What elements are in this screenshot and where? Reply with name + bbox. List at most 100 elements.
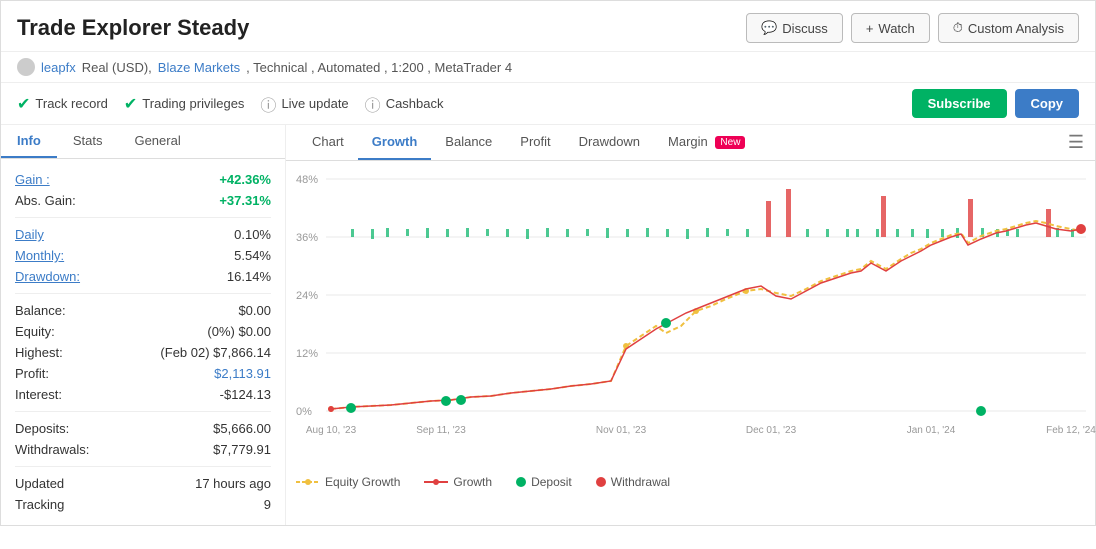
chart-area: 48% 36% 24% 12% 0% xyxy=(286,161,1096,469)
y-label-24: 24% xyxy=(296,290,318,302)
legend-equity-growth-icon xyxy=(296,477,320,487)
stat-highest: Highest: (Feb 02) $7,866.14 xyxy=(15,342,271,363)
stat-gain: Gain : +42.36% xyxy=(15,169,271,190)
balance-label: Balance: xyxy=(15,303,66,318)
tab-stats[interactable]: Stats xyxy=(57,125,119,158)
y-label-36: 36% xyxy=(296,232,318,244)
check-icon-trading: ✔ xyxy=(124,94,137,114)
discuss-icon: 💬 xyxy=(761,20,777,36)
badge-track-record: ✔ Track record xyxy=(17,94,108,114)
legend-growth: Growth xyxy=(424,475,492,489)
interest-value: -$124.13 xyxy=(220,387,271,402)
clock-icon: ⏱ xyxy=(953,20,963,36)
custom-analysis-button[interactable]: ⏱ Custom Analysis xyxy=(938,13,1079,43)
subheader: leapfx Real (USD), Blaze Markets , Techn… xyxy=(1,52,1095,83)
gain-label[interactable]: Gain : xyxy=(15,172,50,187)
user-extra-details: , Technical , Automated , 1:200 , MetaTr… xyxy=(246,60,512,75)
deposit-dot xyxy=(661,318,671,328)
growth-chart: 48% 36% 24% 12% 0% xyxy=(296,171,1086,461)
main-content: Info Stats General Gain : +42.36% Abs. G… xyxy=(1,125,1095,525)
chart-tab-balance[interactable]: Balance xyxy=(431,125,506,160)
equity-growth-line xyxy=(331,221,1081,409)
chart-tab-margin[interactable]: Margin New xyxy=(654,125,759,160)
chart-tab-growth[interactable]: Growth xyxy=(358,125,432,160)
badge-cashback-label: Cashback xyxy=(386,96,444,111)
stat-balance: Balance: $0.00 xyxy=(15,300,271,321)
subscribe-button[interactable]: Subscribe xyxy=(912,89,1007,118)
discuss-button[interactable]: 💬 Discuss xyxy=(746,13,843,43)
highest-value: (Feb 02) $7,866.14 xyxy=(160,345,271,360)
updated-label: Updated xyxy=(15,476,64,491)
highest-label: Highest: xyxy=(15,345,63,360)
stat-daily: Daily 0.10% xyxy=(15,224,271,245)
drawdown-label[interactable]: Drawdown: xyxy=(15,269,80,284)
stat-profit: Profit: $2,113.91 xyxy=(15,363,271,384)
x-label-jan: Jan 01, '24 xyxy=(907,425,956,436)
stat-deposits: Deposits: $5,666.00 xyxy=(15,418,271,439)
right-panel: Chart Growth Balance Profit Drawdown Mar… xyxy=(286,125,1096,525)
abs-gain-label: Abs. Gain: xyxy=(15,193,76,208)
broker-link[interactable]: Blaze Markets xyxy=(158,60,240,75)
stat-drawdown: Drawdown: 16.14% xyxy=(15,266,271,287)
monthly-value: 5.54% xyxy=(234,248,271,263)
tab-info[interactable]: Info xyxy=(1,125,57,158)
chart-tab-profit[interactable]: Profit xyxy=(506,125,564,160)
header-actions: 💬 Discuss + Watch ⏱ Custom Analysis xyxy=(746,13,1079,43)
legend-withdrawal-dot xyxy=(596,477,606,487)
chart-tab-drawdown[interactable]: Drawdown xyxy=(565,125,654,160)
user-avatar xyxy=(17,58,35,76)
username-link[interactable]: leapfx xyxy=(41,60,76,75)
badge-live-update: ⓘ Live update xyxy=(260,92,348,116)
chart-settings-icon[interactable]: ☰ xyxy=(1068,132,1084,153)
badge-track-record-label: Track record xyxy=(35,96,107,111)
chart-tab-chart[interactable]: Chart xyxy=(298,125,358,160)
x-label-feb: Feb 12, '24 xyxy=(1046,425,1096,436)
daily-label[interactable]: Daily xyxy=(15,227,44,242)
stat-updated: Updated 17 hours ago xyxy=(15,473,271,494)
left-panel: Info Stats General Gain : +42.36% Abs. G… xyxy=(1,125,286,525)
chart-tabs: Chart Growth Balance Profit Drawdown Mar… xyxy=(286,125,1096,161)
legend-deposit-label: Deposit xyxy=(531,475,572,489)
y-label-0: 0% xyxy=(296,406,312,418)
legend-growth-label: Growth xyxy=(453,475,492,489)
withdrawals-value: $7,779.91 xyxy=(213,442,271,457)
stat-equity: Equity: (0%) $0.00 xyxy=(15,321,271,342)
withdrawals-label: Withdrawals: xyxy=(15,442,89,457)
y-label-48: 48% xyxy=(296,174,318,186)
stats-section: Gain : +42.36% Abs. Gain: +37.31% Daily … xyxy=(1,159,285,525)
y-label-12: 12% xyxy=(296,348,318,360)
info-icon-live: ⓘ xyxy=(260,92,276,116)
monthly-label[interactable]: Monthly: xyxy=(15,248,64,263)
badge-trading-privileges-label: Trading privileges xyxy=(142,96,244,111)
stat-abs-gain: Abs. Gain: +37.31% xyxy=(15,190,271,211)
legend-equity-growth: Equity Growth xyxy=(296,475,400,489)
stat-tracking: Tracking 9 xyxy=(15,494,271,515)
legend-growth-icon xyxy=(424,477,448,487)
x-label-sep: Sep 11, '23 xyxy=(416,425,466,436)
deposits-label: Deposits: xyxy=(15,421,69,436)
daily-value: 0.10% xyxy=(234,227,271,242)
x-label-dec: Dec 01, '23 xyxy=(746,425,797,436)
stat-interest: Interest: -$124.13 xyxy=(15,384,271,405)
plus-icon: + xyxy=(866,21,874,36)
badge-trading-privileges: ✔ Trading privileges xyxy=(124,94,245,114)
page-title: Trade Explorer Steady xyxy=(17,15,249,41)
tracking-label: Tracking xyxy=(15,497,64,512)
chart-legend: Equity Growth Growth Deposit Withdrawal xyxy=(286,469,1096,497)
deposits-value: $5,666.00 xyxy=(213,421,271,436)
check-icon-track: ✔ xyxy=(17,94,30,114)
abs-gain-value: +37.31% xyxy=(219,193,271,208)
legend-equity-growth-label: Equity Growth xyxy=(325,475,400,489)
deposit-dot xyxy=(456,395,466,405)
watch-button[interactable]: + Watch xyxy=(851,13,930,43)
gain-value: +42.36% xyxy=(219,172,271,187)
tab-general[interactable]: General xyxy=(118,125,196,158)
drawdown-value: 16.14% xyxy=(227,269,271,284)
copy-button[interactable]: Copy xyxy=(1015,89,1080,118)
stat-withdrawals: Withdrawals: $7,779.91 xyxy=(15,439,271,460)
tracking-value: 9 xyxy=(264,497,271,512)
badge-live-update-label: Live update xyxy=(281,96,348,111)
deposit-dot xyxy=(346,403,356,413)
legend-withdrawal: Withdrawal xyxy=(596,475,670,489)
user-account-type: Real (USD), xyxy=(82,60,152,75)
